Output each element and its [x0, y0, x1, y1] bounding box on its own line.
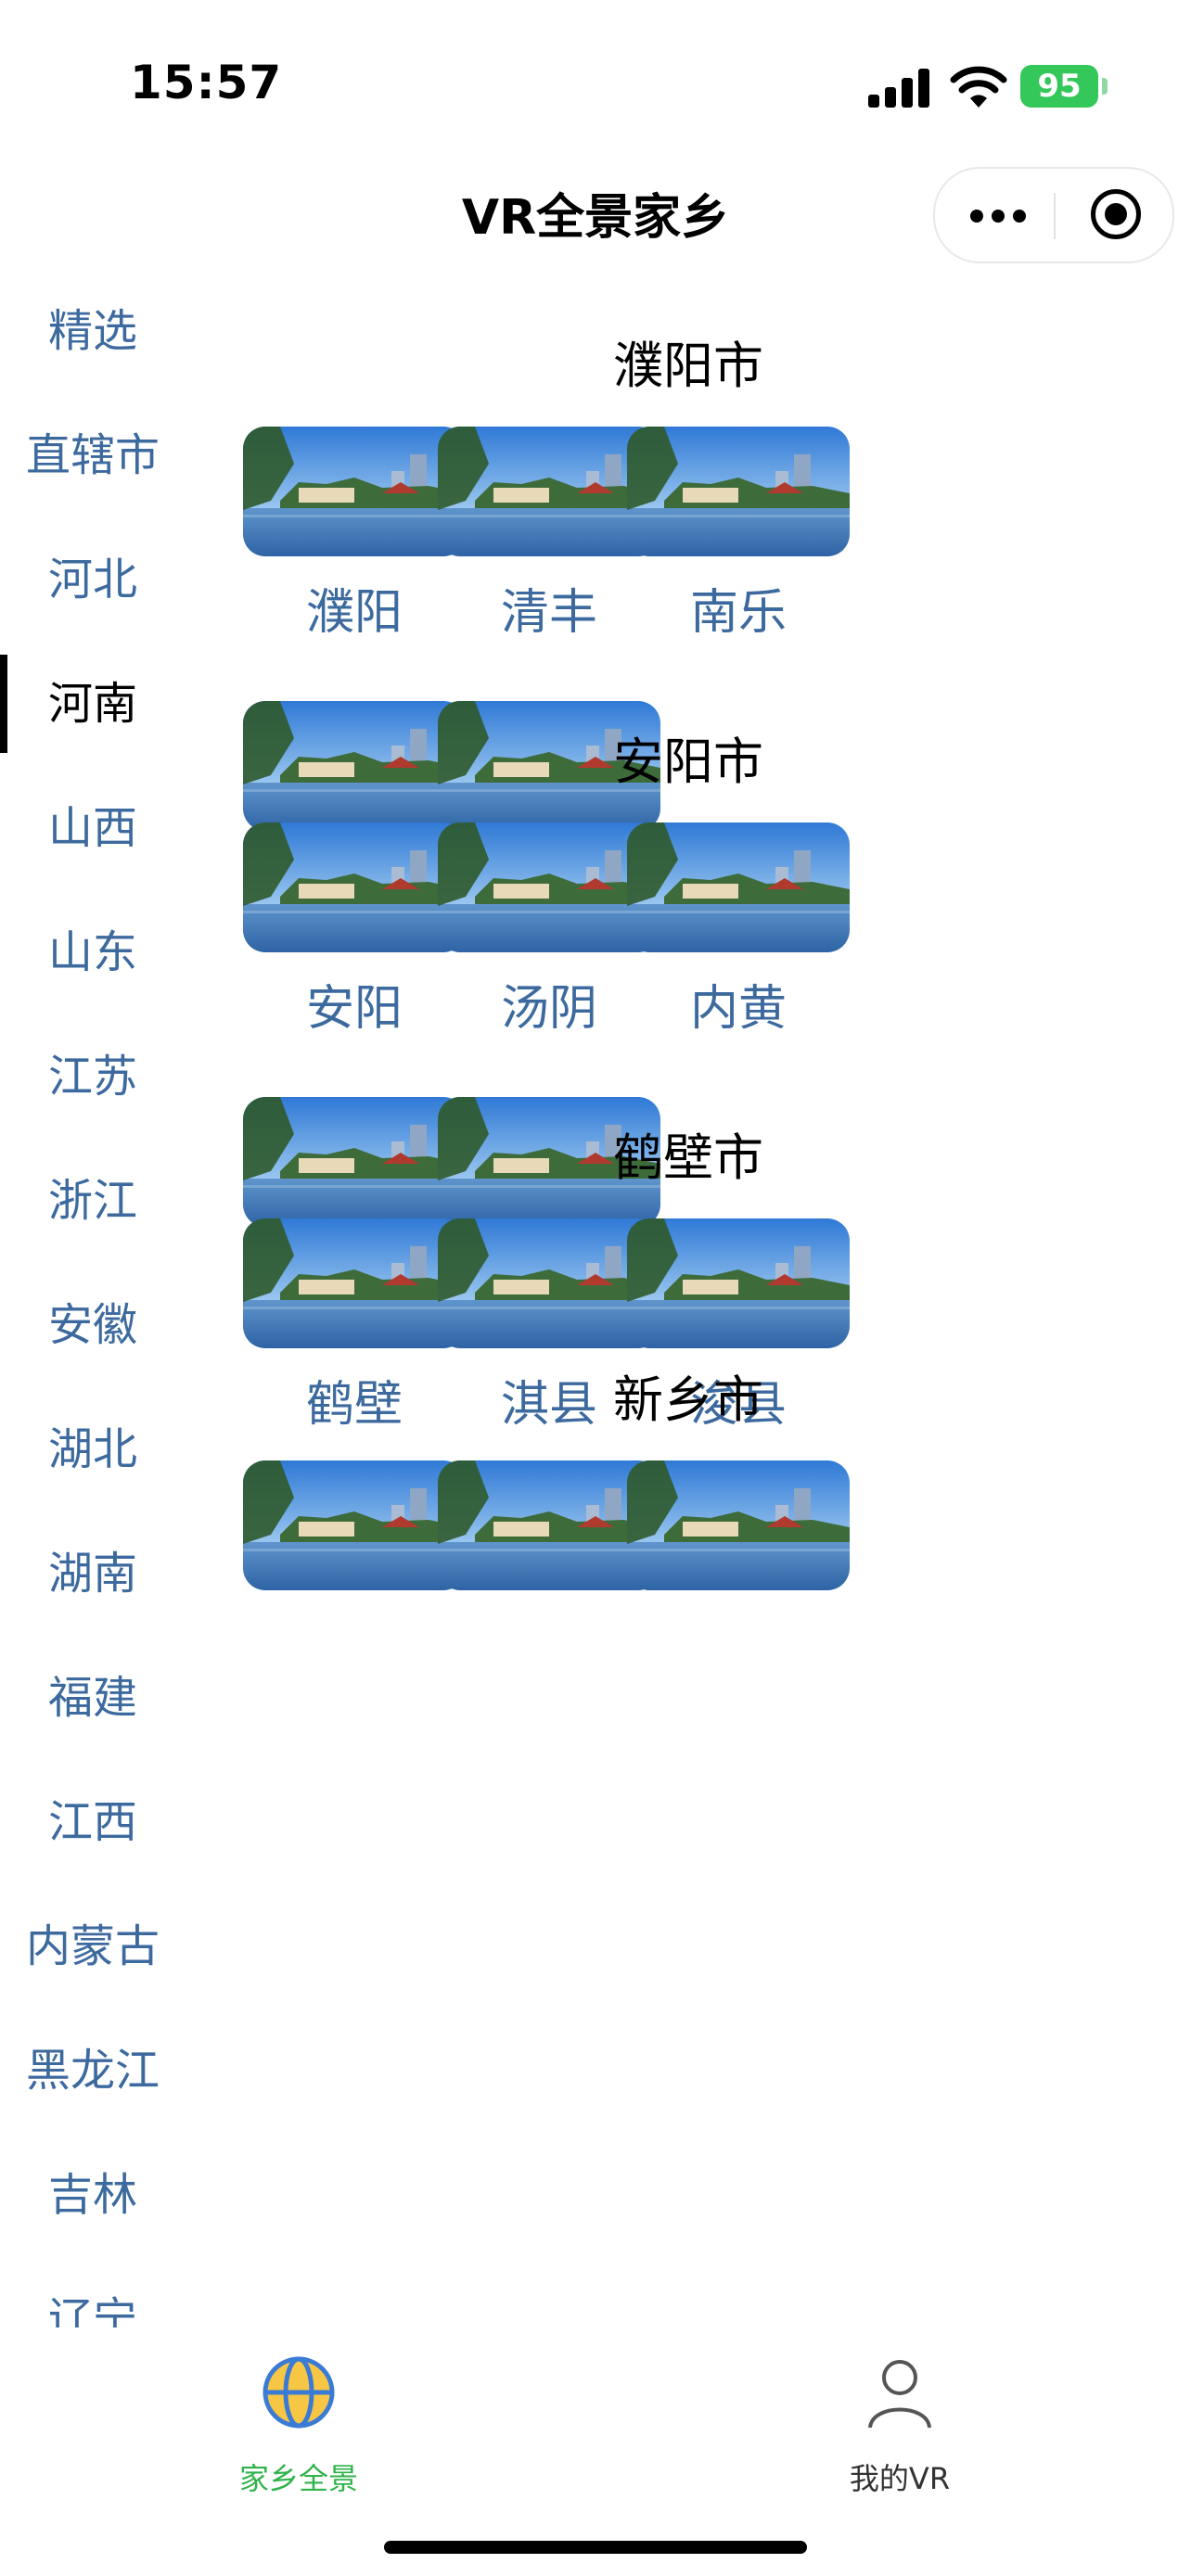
sidebar-item[interactable]: 福建 — [0, 1636, 186, 1760]
status-time: 15:57 — [130, 56, 283, 109]
city-card[interactable]: 南乐 — [627, 427, 850, 655]
city-name[interactable]: 濮阳 — [243, 573, 466, 643]
sidebar-item[interactable]: 精选 — [0, 269, 186, 393]
sidebar-item[interactable]: 吉林 — [0, 2133, 186, 2257]
home-indicator — [384, 2541, 807, 2554]
tab-me-label: 我的VR — [849, 2461, 951, 2496]
city-thumbnail[interactable] — [627, 1218, 850, 1348]
sidebar-item[interactable]: 内蒙古 — [0, 1884, 186, 2009]
globe-icon — [263, 2356, 335, 2429]
sidebar-item[interactable]: 江苏 — [0, 1014, 186, 1139]
wifi-icon — [950, 66, 1007, 108]
sidebar-item[interactable]: 直辖市 — [0, 393, 186, 517]
city-name[interactable]: 南乐 — [627, 573, 850, 643]
city-card[interactable]: 安阳 — [243, 823, 466, 1051]
city-card[interactable]: 濮阳 — [243, 427, 466, 655]
sidebar-item[interactable]: 浙江 — [0, 1139, 186, 1263]
city-card[interactable]: 内黄 — [627, 823, 850, 1051]
battery-icon: 95 — [1020, 65, 1108, 108]
tab-me[interactable]: 我的VR — [761, 2355, 1039, 2496]
city-thumbnail[interactable] — [243, 427, 466, 556]
section-title: 安阳市 — [613, 733, 763, 791]
sidebar-item[interactable]: 河南 — [0, 642, 186, 766]
sidebar-item[interactable]: 山西 — [0, 766, 186, 890]
battery-level: 95 — [1037, 68, 1082, 105]
cellular-signal-icon — [868, 69, 933, 108]
city-thumbnail[interactable] — [243, 1460, 466, 1590]
city-thumbnail[interactable] — [243, 823, 466, 952]
tab-home[interactable]: 家乡全景 — [160, 2355, 438, 2496]
more-icon[interactable] — [970, 204, 1026, 226]
city-thumbnail[interactable] — [627, 823, 850, 952]
sidebar-item[interactable]: 湖南 — [0, 1511, 186, 1636]
city-name[interactable]: 安阳 — [243, 969, 466, 1039]
city-thumbnail[interactable] — [627, 427, 850, 556]
section-title: 濮阳市 — [613, 337, 763, 395]
sidebar-item[interactable]: 辽宁 — [0, 2257, 186, 2327]
province-sidebar[interactable]: 精选 直辖市 河北 河南 山西 山东 江苏 浙江 安徽 湖北 湖南 福建 江西 内蒙古 黑龙江 吉林 辽宁 — [0, 269, 186, 2327]
sidebar-item[interactable]: 江西 — [0, 1760, 186, 1884]
city-name[interactable]: 内黄 — [627, 969, 850, 1039]
section-title: 鹤壁市 — [613, 1129, 763, 1187]
city-thumbnail[interactable] — [627, 1460, 850, 1590]
sidebar-item[interactable]: 湖北 — [0, 1387, 186, 1511]
sidebar-item[interactable]: 山东 — [0, 890, 186, 1014]
capsule-divider — [1054, 193, 1056, 239]
close-target-icon[interactable] — [1091, 189, 1141, 239]
section-title: 新乡市 — [613, 1371, 763, 1429]
person-icon — [868, 2360, 931, 2429]
tab-bar: 家乡全景 我的VR — [0, 2327, 1191, 2576]
tab-home-label: 家乡全景 — [238, 2461, 358, 2496]
status-bar: 15:57 95 — [0, 0, 1191, 158]
city-content[interactable]: 濮阳市濮阳清丰南乐范县台前安阳市安阳汤阴内黄林州滑县鹤壁市鹤壁淇县浚县新乡市 — [186, 269, 1191, 2327]
sidebar-item[interactable]: 安徽 — [0, 1263, 186, 1387]
sidebar-item[interactable]: 河北 — [0, 517, 186, 642]
nav-bar: VR全景家乡 — [0, 158, 1191, 269]
city-card[interactable] — [243, 1460, 466, 1689]
miniprogram-capsule — [933, 167, 1174, 263]
city-thumbnail[interactable] — [243, 1218, 466, 1348]
city-card[interactable] — [627, 1460, 850, 1689]
sidebar-item[interactable]: 黑龙江 — [0, 2009, 186, 2133]
